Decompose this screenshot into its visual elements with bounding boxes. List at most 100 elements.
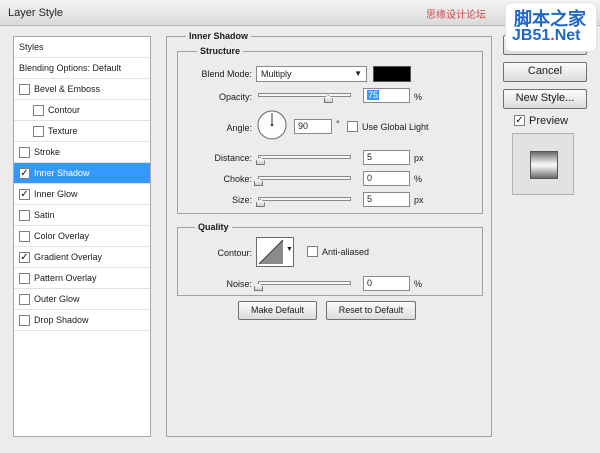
preview-label: Preview: [529, 115, 569, 127]
styles-list: Styles Blending Options: Default Bevel & E…: [13, 36, 151, 437]
use-global-light-checkbox[interactable]: [347, 121, 358, 132]
opacity-input[interactable]: 75: [363, 88, 410, 103]
check-icon: ✓: [20, 252, 29, 263]
style-preview-box: [512, 133, 574, 195]
opacity-label: Opacity:: [218, 92, 252, 102]
inner-shadow-checkbox[interactable]: ✓: [19, 168, 30, 179]
structure-group: Structure Blend Mode: Multiply ▼ Opacity…: [177, 46, 483, 214]
sidebar-item-outer-glow[interactable]: Outer Glow: [14, 289, 150, 310]
sidebar-item-pattern-overlay[interactable]: Pattern Overlay: [14, 268, 150, 289]
size-input[interactable]: 5: [363, 192, 410, 207]
sidebar-item-gradient-overlay[interactable]: ✓ Gradient Overlay: [14, 247, 150, 268]
site-logo-stamp: 脚本之家 JB51.Net: [505, 2, 597, 52]
check-icon: ✓: [515, 115, 524, 126]
distance-slider[interactable]: [258, 155, 351, 159]
logo-line2: JB51.Net: [512, 27, 580, 45]
sidebar-item-label: Color Overlay: [34, 231, 90, 241]
texture-checkbox[interactable]: [33, 126, 44, 137]
noise-slider[interactable]: [258, 281, 351, 285]
watermark-text: 思缘设计论坛: [426, 10, 486, 21]
sidebar-item-stroke[interactable]: Stroke: [14, 142, 150, 163]
anti-aliased-checkbox[interactable]: [307, 246, 318, 257]
angle-unit: °: [336, 119, 340, 129]
opacity-value: 75: [367, 90, 380, 100]
contour-checkbox[interactable]: [33, 105, 44, 116]
sidebar-item-label: Gradient Overlay: [34, 252, 103, 262]
window-title: Layer Style: [8, 7, 64, 19]
sidebar-item-color-overlay[interactable]: Color Overlay: [14, 226, 150, 247]
sidebar-item-contour[interactable]: Contour: [14, 100, 150, 121]
opacity-slider[interactable]: [258, 93, 351, 97]
preview-checkbox[interactable]: ✓: [514, 115, 525, 126]
distance-label: Distance:: [214, 153, 252, 163]
sidebar-item-label: Outer Glow: [34, 294, 80, 304]
size-unit: px: [414, 195, 424, 205]
angle-value: 90: [298, 121, 309, 131]
logo-net: Net: [554, 27, 581, 44]
drop-shadow-checkbox[interactable]: [19, 315, 30, 326]
sidebar-item-label: Texture: [48, 126, 78, 136]
sidebar-item-drop-shadow[interactable]: Drop Shadow: [14, 310, 150, 331]
opacity-unit: %: [414, 92, 423, 102]
blending-options-label: Blending Options: Default: [19, 63, 122, 73]
sidebar-item-label: Bevel & Emboss: [34, 84, 101, 94]
noise-input[interactable]: 0: [363, 276, 410, 291]
layer-style-dialog: Layer Style 思缘设计论坛 ✕ StylesBlending Opti…: [0, 0, 600, 453]
inner-glow-checkbox[interactable]: ✓: [19, 189, 30, 200]
anti-aliased-label: Anti-aliased: [322, 247, 370, 257]
angle-dial-icon[interactable]: [256, 109, 288, 141]
bevel-emboss-checkbox[interactable]: [19, 84, 30, 95]
blend-mode-select[interactable]: Multiply ▼: [256, 66, 367, 82]
outer-glow-checkbox[interactable]: [19, 294, 30, 305]
styles-header-label: Styles: [19, 42, 44, 52]
inner-shadow-panel: Inner Shadow Structure Blend Mode: Multi…: [166, 31, 492, 437]
new-style-button[interactable]: New Style...: [503, 89, 587, 109]
sidebar-item-label: Inner Shadow: [34, 168, 90, 178]
angle-input[interactable]: 90: [294, 119, 332, 134]
quality-group: Quality Contour: ▼ Anti-aliased Noise: 0…: [177, 222, 483, 296]
stroke-checkbox[interactable]: [19, 147, 30, 158]
sidebar-item-label: Inner Glow: [34, 189, 78, 199]
size-label: Size:: [231, 195, 252, 205]
check-icon: ✓: [20, 189, 29, 200]
choke-input[interactable]: 0: [363, 171, 410, 186]
distance-input[interactable]: 5: [363, 150, 410, 165]
logo-jb: JB51: [512, 27, 551, 44]
satin-checkbox[interactable]: [19, 210, 30, 221]
reset-to-default-button[interactable]: Reset to Default: [326, 301, 416, 320]
shadow-color-swatch[interactable]: [373, 66, 411, 82]
sidebar-item-label: Stroke: [34, 147, 61, 157]
gradient-overlay-checkbox[interactable]: ✓: [19, 252, 30, 263]
sidebar-item-label: Pattern Overlay: [34, 273, 97, 283]
check-icon: ✓: [20, 168, 29, 179]
sidebar-item-texture[interactable]: Texture: [14, 121, 150, 142]
structure-title: Structure: [197, 46, 244, 56]
distance-value: 5: [367, 152, 373, 162]
choke-unit: %: [414, 174, 423, 184]
noise-value: 0: [367, 278, 373, 288]
sidebar-item-label: Drop Shadow: [34, 315, 89, 325]
sidebar-item-label: Satin: [34, 210, 55, 220]
contour-picker[interactable]: ▼: [256, 237, 294, 267]
use-global-light-label: Use Global Light: [362, 122, 429, 132]
sidebar-item-inner-shadow[interactable]: ✓ Inner Shadow: [14, 163, 150, 184]
sidebar-item-satin[interactable]: Satin: [14, 205, 150, 226]
sidebar-item-bevel-emboss[interactable]: Bevel & Emboss: [14, 79, 150, 100]
choke-label: Choke:: [223, 174, 252, 184]
color-overlay-checkbox[interactable]: [19, 231, 30, 242]
distance-unit: px: [414, 153, 424, 163]
blend-mode-value: Multiply: [261, 69, 292, 79]
sidebar-item-label: Contour: [48, 105, 81, 115]
cancel-button[interactable]: Cancel: [503, 62, 587, 82]
blending-options-item[interactable]: Blending Options: Default: [14, 58, 150, 79]
chevron-down-icon: ▼: [286, 246, 293, 253]
choke-value: 0: [367, 173, 373, 183]
styles-header[interactable]: Styles: [14, 37, 150, 58]
angle-label: Angle:: [226, 123, 252, 133]
make-default-button[interactable]: Make Default: [238, 301, 317, 320]
contour-label: Contour:: [217, 248, 252, 258]
size-slider[interactable]: [258, 197, 351, 201]
choke-slider[interactable]: [258, 176, 351, 180]
pattern-overlay-checkbox[interactable]: [19, 273, 30, 284]
sidebar-item-inner-glow[interactable]: ✓ Inner Glow: [14, 184, 150, 205]
